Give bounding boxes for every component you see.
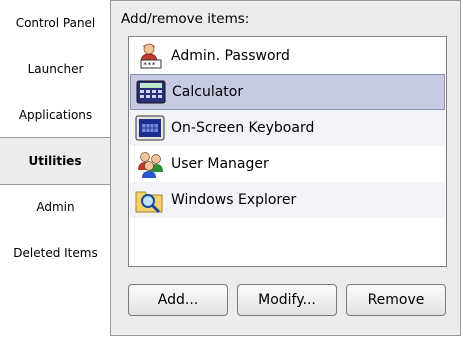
list-item-user-manager[interactable]: User Manager [130,146,445,182]
panel-label: Add/remove items: [121,11,250,27]
svg-text:***: *** [143,61,156,69]
utilities-panel: Add/remove items: *** Admin. Password Ca… [110,0,461,336]
tab-admin[interactable]: Admin [0,184,111,230]
tab-launcher[interactable]: Launcher [0,46,111,92]
folder-search-icon [133,185,167,215]
list-item-windows-explorer[interactable]: Windows Explorer [130,182,445,218]
item-label: On-Screen Keyboard [171,120,315,136]
item-label: User Manager [171,156,269,172]
remove-button[interactable]: Remove [346,284,446,316]
modify-button[interactable]: Modify... [237,284,337,316]
list-item-admin-password[interactable]: *** Admin. Password [130,38,445,74]
keyboard-icon [133,113,167,143]
list-item-calculator[interactable]: Calculator [130,74,445,110]
items-listbox[interactable]: *** Admin. Password Calculator On-Screen… [128,36,447,267]
calculator-icon [134,77,168,107]
tab-list: Control Panel Launcher Applications Util… [0,0,111,338]
tab-deleted-items[interactable]: Deleted Items [0,230,111,276]
item-label: Admin. Password [171,48,290,64]
item-label: Windows Explorer [171,192,297,208]
list-item-on-screen-keyboard[interactable]: On-Screen Keyboard [130,110,445,146]
tab-utilities[interactable]: Utilities [0,137,110,185]
admin-password-icon: *** [133,41,167,71]
tab-control-panel[interactable]: Control Panel [0,0,111,46]
tab-applications[interactable]: Applications [0,92,111,138]
item-label: Calculator [172,84,244,100]
users-icon [133,149,167,179]
add-button[interactable]: Add... [128,284,228,316]
